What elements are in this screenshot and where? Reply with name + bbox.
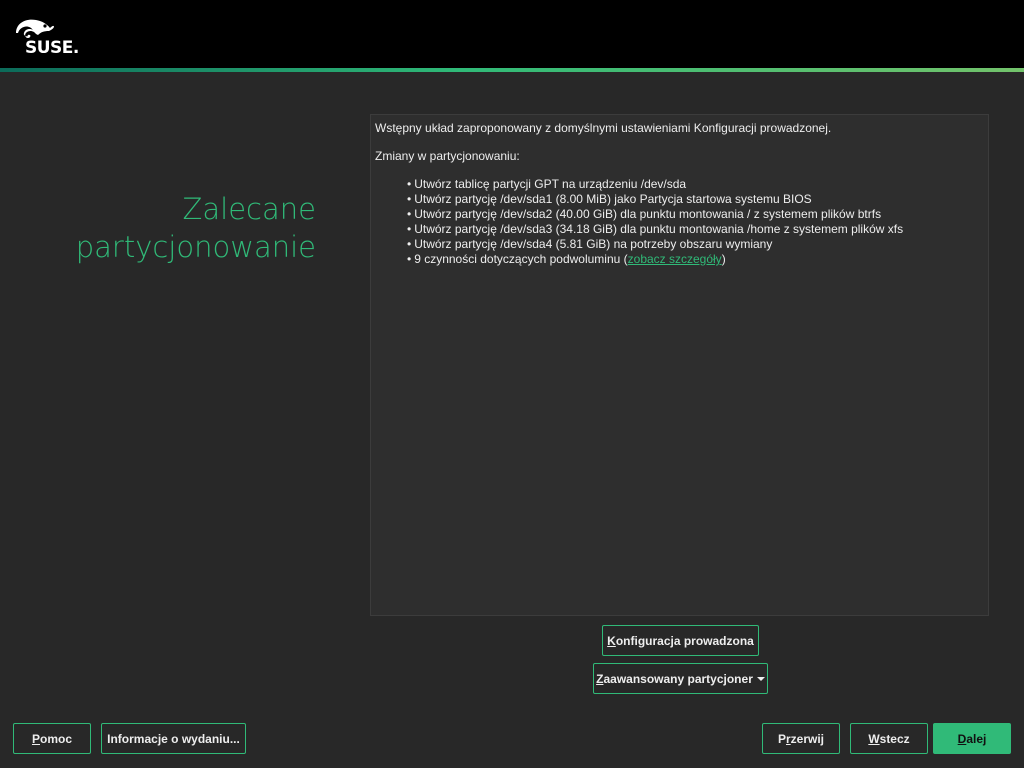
help-label: omoc [40, 731, 73, 746]
expert-partitioner-button[interactable]: Zaawansowany partycjoner [593, 663, 768, 694]
changes-heading: Zmiany w partycjonowaniu: [375, 149, 520, 163]
help-mnemonic: P [31, 731, 40, 746]
suse-wordmark: SUSE. [25, 38, 79, 56]
header-accent-line [0, 68, 1024, 72]
proposal-summary-panel[interactable]: Wstępny układ zaproponowany z domyślnymi… [370, 114, 989, 616]
page-title: Zalecane partycjonowanie [20, 190, 316, 266]
changes-list: Utwórz tablicę partycji GPT na urządzeni… [375, 177, 984, 267]
page-title-line1: Zalecane [182, 192, 316, 226]
page-title-line2: partycjonowanie [75, 230, 316, 264]
next-mnemonic: D [957, 731, 967, 746]
next-label: alej [966, 731, 987, 746]
change-item: Utwórz tablicę partycji GPT na urządzeni… [407, 177, 984, 192]
expert-partitioner-label: aawansowany partycjoner [603, 671, 753, 686]
back-label: stecz [879, 731, 910, 746]
release-notes-button[interactable]: Informacje o wydaniu... [101, 723, 246, 754]
summary-intro: Wstępny układ zaproponowany z domyślnymi… [375, 121, 832, 135]
next-button[interactable]: Dalej [933, 723, 1011, 754]
change-item: Utwórz partycję /dev/sda2 (40.00 GiB) dl… [407, 207, 984, 222]
help-button[interactable]: Pomoc [13, 723, 91, 754]
see-details-link[interactable]: zobacz szczegóły [628, 252, 722, 266]
back-button[interactable]: Wstecz [850, 723, 928, 754]
subvolume-item-suffix: ) [721, 252, 726, 266]
caret-down-icon [756, 676, 765, 681]
abort-label-start: P [777, 731, 786, 746]
abort-label: zerwij [790, 731, 825, 746]
back-mnemonic: W [868, 731, 880, 746]
suse-logo: SUSE. [16, 19, 79, 56]
change-item-subvolumes: 9 czynności dotyczących podwoluminu (zob… [407, 252, 984, 267]
header-bar: SUSE. [0, 0, 1024, 70]
expert-partitioner-mnemonic: Z [596, 671, 604, 686]
guided-setup-mnemonic: K [607, 633, 616, 648]
change-item: Utwórz partycję /dev/sda3 (34.18 GiB) dl… [407, 222, 984, 237]
guided-setup-button[interactable]: Konfiguracja prowadzona [602, 625, 759, 656]
chameleon-eye-icon [43, 24, 47, 28]
release-notes-label: Informacje o wydaniu... [107, 731, 240, 746]
change-item: Utwórz partycję /dev/sda1 (8.00 MiB) jak… [407, 192, 984, 207]
guided-setup-label: onfiguracja prowadzona [615, 633, 754, 648]
subvolume-item-prefix: 9 czynności dotyczących podwoluminu ( [414, 252, 628, 266]
abort-button[interactable]: Pr zerwij [762, 723, 840, 754]
chameleon-icon [16, 19, 54, 38]
change-item: Utwórz partycję /dev/sda4 (5.81 GiB) na … [407, 237, 984, 252]
